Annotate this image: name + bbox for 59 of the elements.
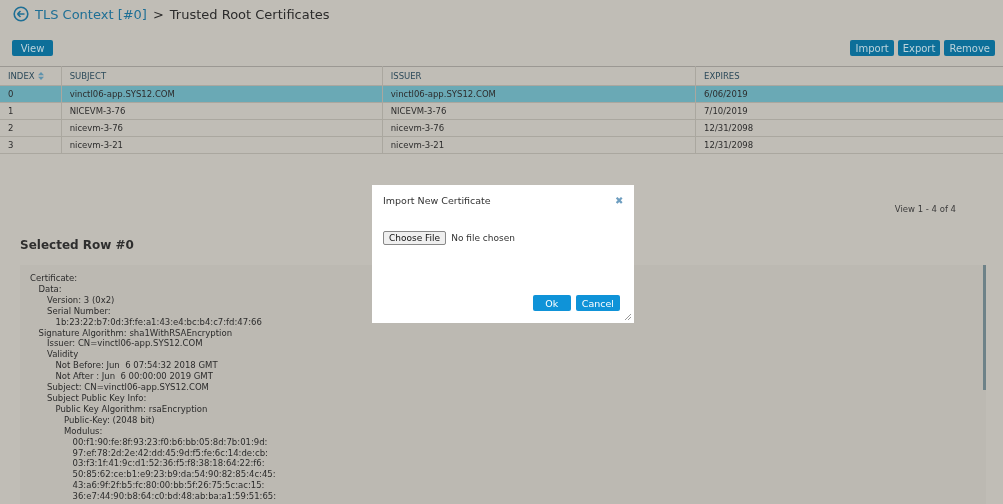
column-header[interactable]: SUBJECT xyxy=(61,66,383,86)
certificate-text-line: Public Key Algorithm: rsaEncryption xyxy=(55,403,208,415)
table-cell: 6/06/2019 xyxy=(695,85,1003,103)
dialog-button[interactable]: Ok xyxy=(532,295,571,311)
table-row[interactable]: 0 vinctl06-app.SYS12.COM vinctl06-app.SYS12.COM 6/06/2019 xyxy=(0,85,1003,103)
certificate-text-line: 97:ef:78:2d:2e:42:dd:45:9d:f5:fe:6c:14:de:cb: xyxy=(72,447,268,459)
column-header[interactable]: ISSUER xyxy=(382,66,696,86)
certificate-text-line: Certificate: xyxy=(30,273,77,284)
column-header[interactable]: EXPIRES xyxy=(695,66,1003,86)
certificate-text-line: 00:f1:90:fe:8f:93:23:f0:b6:bb:05:8d:7b:01:9d: xyxy=(72,436,268,448)
certificate-text-line: Subject: CN=vinctl06-app.SYS12.COM xyxy=(47,382,209,393)
table-cell: 12/31/2098 xyxy=(695,119,1003,137)
scrollbar[interactable] xyxy=(983,265,986,390)
choose-file-button[interactable]: Choose File xyxy=(383,231,447,245)
table-cell: nicevm-3-76 xyxy=(61,119,383,137)
certificate-text-line: 43:a6:9f:2f:b5:fc:80:00:bb:5f:26:75:5c:ac:15: xyxy=(72,480,265,492)
table-cell: 1 xyxy=(0,102,62,120)
certificate-text-line: 50:85:62:ce:b1:e9:23:b9:da:54:90:82:85:4c:45: xyxy=(72,469,276,481)
toolbar-button[interactable]: Export xyxy=(897,40,941,56)
certificate-text-line: Public-Key: (2048 bit) xyxy=(64,414,155,426)
toolbar-button[interactable]: Import xyxy=(850,40,894,56)
view-button[interactable]: View xyxy=(12,40,53,56)
certificate-text-line: Modulus: xyxy=(64,425,103,437)
certificate-text-line: Data: xyxy=(38,283,62,295)
pager-text: View 1 - 4 of 4 xyxy=(894,204,956,214)
toolbar-button[interactable]: Remove xyxy=(944,40,995,56)
table-cell: 2 xyxy=(0,119,62,137)
table-cell: vinctl06-app.SYS12.COM xyxy=(382,85,696,103)
file-status-text: No file chosen xyxy=(451,233,515,243)
section-title: Selected Row #0 xyxy=(20,238,134,252)
certificate-text-line: Not After : Jun 6 00:00:00 2019 GMT xyxy=(55,371,213,383)
table-cell: nicevm-3-21 xyxy=(382,136,696,154)
table-cell: NICEVM-3-76 xyxy=(61,102,383,120)
table-cell: vinctl06-app.SYS12.COM xyxy=(61,85,383,103)
table-cell: 0 xyxy=(0,85,62,103)
certificate-text-line: Subject Public Key Info: xyxy=(47,392,147,404)
table-cell: 12/31/2098 xyxy=(695,136,1003,154)
certificate-text-line: Validity xyxy=(47,349,79,361)
certificate-text-line: Not Before: Jun 6 07:54:32 2018 GMT xyxy=(55,360,218,372)
certificate-text-line: 1b:23:22:b7:0d:3f:fe:a1:43:e4:bc:b4:c7:fd:47:66 xyxy=(55,316,262,328)
certificate-text-line: Serial Number: xyxy=(47,305,111,317)
breadcrumb-separator: > xyxy=(152,6,164,22)
certificate-text-line: 03:f3:1f:41:9c:d1:52:36:f5:f8:38:18:64:22:f6: xyxy=(72,458,265,470)
certificate-text-line: Issuer: CN=vinctl06-app.SYS12.COM xyxy=(47,338,203,350)
close-button[interactable]: ✖ xyxy=(615,195,623,206)
certificate-text-line: 36:e7:44:90:b8:64:c0:bd:48:ab:ba:a1:59:51:65: xyxy=(72,491,277,503)
dialog-button[interactable]: Cancel xyxy=(575,295,620,311)
page-title: Trusted Root Certificates xyxy=(169,6,330,22)
resize-grip-icon[interactable] xyxy=(624,313,632,321)
back-link[interactable]: TLS Context [#0] xyxy=(13,6,147,22)
table-cell: nicevm-3-21 xyxy=(61,136,383,154)
dialog-title: Import New Certificate xyxy=(383,195,491,206)
certificate-text-line: Version: 3 (0x2) xyxy=(47,294,115,306)
certificate-text-line: Signature Algorithm: sha1WithRSAEncryption xyxy=(38,327,233,339)
column-header[interactable]: INDEX xyxy=(0,66,62,86)
table-cell: nicevm-3-76 xyxy=(382,119,696,137)
table-cell: NICEVM-3-76 xyxy=(382,102,696,120)
table-cell: 3 xyxy=(0,136,62,154)
table-cell: 7/10/2019 xyxy=(695,102,1003,120)
